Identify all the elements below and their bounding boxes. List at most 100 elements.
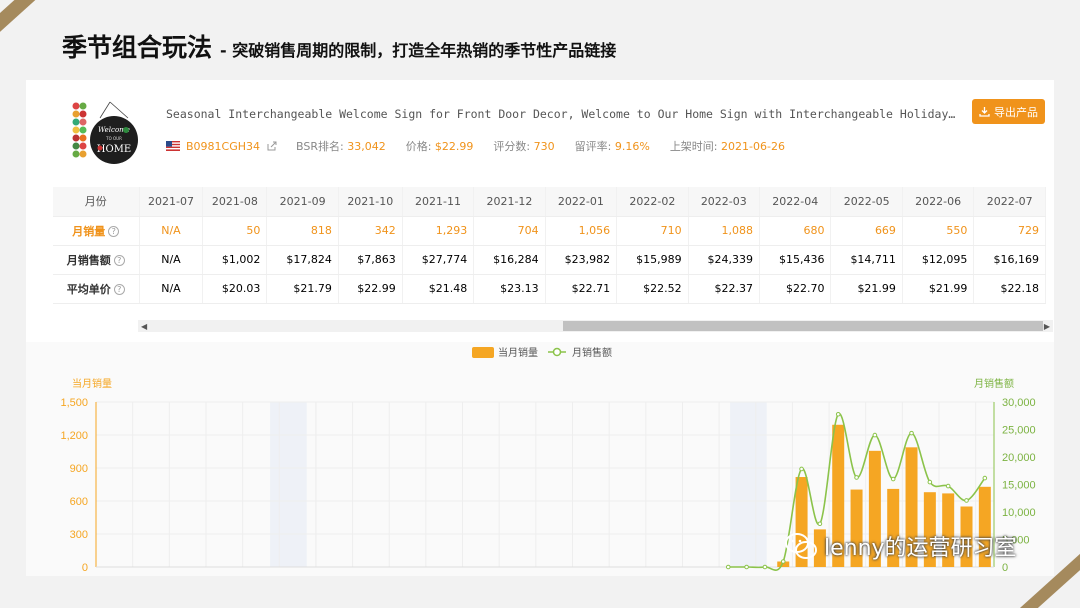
table-header-month: 2022-02 — [616, 187, 689, 217]
y-tick-right: 20,000 — [1002, 452, 1036, 464]
y-tick-right: 15,000 — [1002, 480, 1036, 492]
revenue-point — [982, 475, 988, 481]
table-cell: $22.37 — [688, 274, 761, 304]
y-tick-left: 600 — [70, 496, 88, 508]
table-header-month: 2022-03 — [688, 187, 761, 217]
revenue-point — [964, 498, 969, 503]
monthly-sales-table: 月份 2021-07 2021-08 2021-09 2021-10 2021-11 20… — [53, 187, 1046, 304]
slide: 季节组合玩法 - 突破销售周期的限制，打造全年热销的季节性产品链接 Welcom… — [0, 0, 1080, 608]
watermark: lenny的运营研习室 — [784, 530, 1017, 562]
table-cell: 1,088 — [688, 216, 761, 246]
table-header-month: 2021-11 — [402, 187, 475, 217]
table-cell: 729 — [973, 216, 1046, 246]
table-cell: $21.99 — [902, 274, 975, 304]
highlight-band — [270, 402, 307, 567]
legend-label: 月销售额 — [572, 346, 612, 359]
table-cell: 704 — [473, 216, 546, 246]
table-header-month: 2021-08 — [202, 187, 268, 217]
table-cell: $22.99 — [338, 274, 403, 304]
scroll-right-icon[interactable]: ▶ — [1044, 322, 1050, 331]
table-cell: $21.99 — [830, 274, 903, 304]
table-cell: $22.52 — [616, 274, 689, 304]
table-horizontal-scrollbar[interactable]: ◀ ▶ — [138, 320, 1053, 332]
help-icon[interactable]: ? — [113, 284, 125, 295]
table-cell: $22.18 — [973, 274, 1046, 304]
us-flag-icon — [166, 141, 180, 151]
download-icon — [979, 107, 990, 117]
holiday-pieces — [72, 102, 87, 158]
table-cell: $16,169 — [973, 245, 1046, 275]
revenue-point — [835, 411, 841, 417]
revenue-point — [762, 564, 768, 570]
product-meta: B0981CGH34 BSR排名: 33,042 价格: $22.99 评分数:… — [166, 138, 805, 154]
table-header-month: 2022-01 — [545, 187, 618, 217]
table-cell: 342 — [338, 216, 403, 246]
revenue-point — [945, 483, 951, 489]
table-cell: $24,339 — [688, 245, 761, 275]
revenue-point — [890, 476, 896, 482]
table-cell: $27,774 — [402, 245, 475, 275]
table-header-month: 2022-04 — [759, 187, 832, 217]
table-cell: $23.13 — [473, 274, 546, 304]
table-cell: 680 — [759, 216, 832, 246]
slide-title-main: 季节组合玩法 — [62, 33, 213, 62]
share-icon[interactable] — [266, 140, 278, 152]
table-header-month: 2021-07 — [139, 187, 204, 217]
table-cell: $21.48 — [402, 274, 475, 304]
table-cell: N/A — [139, 216, 204, 246]
product-thumbnail[interactable]: Welcome TO OUR HOME — [70, 100, 142, 166]
wechat-icon — [785, 533, 817, 559]
revenue-point — [799, 466, 804, 472]
table-cell: 669 — [830, 216, 903, 246]
y-axis-right-title: 月销售额 — [974, 377, 1014, 390]
table-cell: 50 — [202, 216, 268, 246]
table-row-label: 月销售额? — [53, 245, 140, 275]
table-cell: $15,989 — [616, 245, 689, 275]
slide-title: 季节组合玩法 - 突破销售周期的限制，打造全年热销的季节性产品链接 — [62, 28, 616, 64]
table-cell: $1,002 — [202, 245, 268, 275]
watermark-text: lenny的运营研习室 — [824, 536, 1017, 561]
table-cell: $22.71 — [545, 274, 618, 304]
listed-date: 上架时间: 2021-06-26 — [669, 140, 785, 153]
table-header-label: 月份 — [53, 187, 140, 217]
scrollbar-thumb[interactable] — [563, 321, 1043, 331]
legend-label: 当月销量 — [498, 346, 538, 359]
y-tick-right: 25,000 — [1002, 425, 1036, 437]
y-tick-left: 300 — [70, 529, 88, 541]
table-cell: $22.70 — [759, 274, 832, 304]
export-product-label: 导出产品 — [994, 105, 1038, 119]
export-product-button[interactable]: 导出产品 — [972, 99, 1045, 124]
table-cell: $12,095 — [902, 245, 975, 275]
table-header-month: 2021-12 — [473, 187, 546, 217]
help-icon[interactable]: ? — [108, 226, 120, 237]
table-cell: $7,863 — [338, 245, 403, 275]
table-cell: $21.79 — [266, 274, 339, 304]
legend-bar-swatch — [472, 347, 494, 358]
table-header-month: 2022-06 — [902, 187, 975, 217]
svg-text:TO OUR: TO OUR — [105, 136, 122, 141]
y-tick-right: 10,000 — [1002, 507, 1036, 519]
row-avg-price: 平均单价? N/A $20.03 $21.79 $22.99 $21.48 $23.13 $2… — [53, 274, 1046, 304]
highlight-band — [730, 402, 767, 567]
table-cell: $23,982 — [545, 245, 618, 275]
revenue-point — [854, 475, 859, 480]
help-icon[interactable]: ? — [113, 255, 125, 266]
table-cell: 818 — [266, 216, 339, 246]
table-header-month: 2022-05 — [830, 187, 903, 217]
revenue-point — [872, 432, 878, 438]
price: 价格: $22.99 — [405, 140, 474, 153]
row-monthly-revenue: 月销售额? N/A $1,002 $17,824 $7,863 $27,774 $16,28… — [53, 245, 1046, 275]
product-title[interactable]: Seasonal Interchangeable Welcome Sign fo… — [166, 107, 961, 121]
revenue-point — [725, 564, 731, 570]
review-count: 评分数: 730 — [493, 140, 555, 153]
y-tick-left: 1,200 — [60, 430, 88, 442]
table-cell: $14,711 — [830, 245, 903, 275]
table-cell: 710 — [616, 216, 689, 246]
table-header-month: 2022-07 — [973, 187, 1046, 217]
y-tick-right: 0 — [1002, 562, 1008, 574]
review-rate: 留评率: 9.16% — [574, 140, 650, 153]
y-axis-left-title: 当月销量 — [72, 377, 112, 390]
asin-link[interactable]: B0981CGH34 — [186, 140, 260, 153]
y-tick-left: 1,500 — [60, 397, 88, 409]
scroll-left-icon[interactable]: ◀ — [141, 322, 147, 331]
